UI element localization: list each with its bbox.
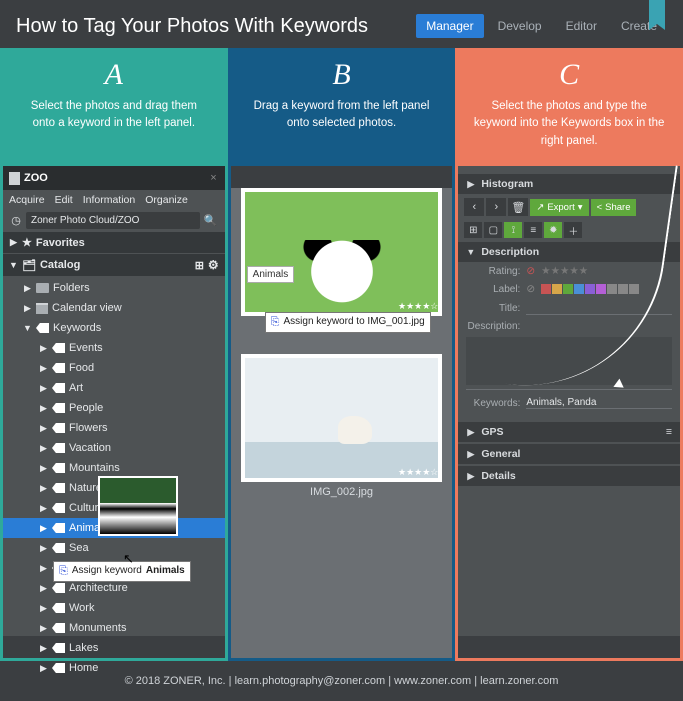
keyword-people[interactable]: ▶People bbox=[3, 398, 225, 418]
menu-organize[interactable]: Organize bbox=[145, 194, 188, 206]
document-icon bbox=[9, 172, 20, 185]
tab-manager[interactable]: Manager bbox=[416, 14, 483, 38]
search-icon[interactable]: 🔍 bbox=[203, 214, 219, 227]
tag-icon bbox=[52, 443, 65, 453]
keyword-monuments[interactable]: ▶Monuments bbox=[3, 618, 225, 638]
hamburger-icon[interactable]: ≡ bbox=[666, 426, 672, 438]
star-icon: ★ bbox=[22, 236, 32, 249]
assign-tooltip-b: ⎘ Assign keyword to IMG_001.jpg bbox=[265, 312, 431, 333]
photo-thumbnail-2[interactable]: ★★★★☆ bbox=[241, 354, 443, 482]
keyword-mountains[interactable]: ▶Mountains bbox=[3, 458, 225, 478]
dragged-thumbnail bbox=[98, 476, 178, 536]
assign-tooltip-a: ⎘ Assign keyword Animals bbox=[53, 561, 191, 582]
tag-icon bbox=[52, 363, 65, 373]
cursor-icon: ↖ bbox=[123, 551, 134, 567]
tag-icon bbox=[52, 503, 65, 513]
tag-icon bbox=[52, 643, 65, 653]
favorites-label: Favorites bbox=[36, 237, 85, 249]
column-a: A Select the photos and drag them onto a… bbox=[0, 48, 228, 661]
add-folder-icon[interactable]: ⊞ bbox=[195, 259, 204, 272]
keyword-work[interactable]: ▶Work bbox=[3, 598, 225, 618]
section-gps[interactable]: ▶GPS≡ bbox=[458, 422, 680, 442]
nav-tabs: Manager Develop Editor Create bbox=[416, 14, 667, 38]
tag-icon bbox=[52, 463, 65, 473]
location-field[interactable]: Zoner Photo Cloud/ZOO bbox=[26, 212, 200, 229]
menu-information[interactable]: Information bbox=[83, 194, 136, 206]
keywords-label: Keywords: bbox=[466, 398, 520, 409]
tree-folders[interactable]: ▶Folders bbox=[3, 278, 225, 298]
col-a-letter: A bbox=[18, 58, 210, 92]
catalog-icon: 🗂 bbox=[22, 259, 36, 272]
calendar-icon bbox=[36, 303, 48, 314]
caret-down-icon: ▼ bbox=[9, 260, 18, 270]
header: How to Tag Your Photos With Keywords Man… bbox=[0, 0, 683, 48]
rating-stars[interactable]: ★★★★☆ bbox=[398, 301, 438, 312]
assign-cursor-icon: ⎘ bbox=[271, 316, 280, 329]
gear-icon[interactable]: ⚙ bbox=[208, 258, 219, 272]
tag-icon bbox=[52, 623, 65, 633]
col-b-letter: B bbox=[246, 58, 438, 92]
tree-calendar[interactable]: ▶Calendar view bbox=[3, 298, 225, 318]
document-tab[interactable]: ZOO × bbox=[3, 166, 225, 190]
section-details[interactable]: ▶Details bbox=[458, 466, 680, 486]
column-c: C Select the photos and type the keyword… bbox=[455, 48, 683, 661]
folder-icon bbox=[36, 283, 49, 293]
keyword-lakes[interactable]: ▶Lakes bbox=[3, 638, 225, 658]
panda-image bbox=[302, 240, 382, 310]
caret-right-icon: ▶ bbox=[9, 237, 18, 248]
polar-bear-image bbox=[338, 416, 372, 444]
section-catalog[interactable]: ▼ 🗂 Catalog ⊞ ⚙ bbox=[3, 254, 225, 276]
keyword-events[interactable]: ▶Events bbox=[3, 338, 225, 358]
tag-icon bbox=[52, 343, 65, 353]
tag-icon bbox=[52, 583, 65, 593]
menu-acquire[interactable]: Acquire bbox=[9, 194, 45, 206]
tag-icon bbox=[36, 323, 49, 333]
tag-icon bbox=[52, 543, 65, 553]
col-a-desc: Select the photos and drag them onto a k… bbox=[18, 98, 210, 133]
tab-develop[interactable]: Develop bbox=[488, 14, 552, 38]
menu-edit[interactable]: Edit bbox=[55, 194, 73, 206]
tag-icon bbox=[52, 423, 65, 433]
back-icon[interactable]: ‹ bbox=[464, 198, 484, 216]
section-general[interactable]: ▶General bbox=[458, 444, 680, 464]
dragged-keyword-tag: Animals bbox=[247, 266, 295, 283]
tree-keywords[interactable]: ▼Keywords bbox=[3, 318, 225, 338]
tag-icon bbox=[52, 403, 65, 413]
keyword-flowers[interactable]: ▶Flowers bbox=[3, 418, 225, 438]
page-title: How to Tag Your Photos With Keywords bbox=[16, 15, 416, 38]
col-b-desc: Drag a keyword from the left panel onto … bbox=[246, 98, 438, 133]
tag-icon bbox=[52, 383, 65, 393]
column-b: B Drag a keyword from the left panel ont… bbox=[228, 48, 456, 661]
tag-icon bbox=[52, 483, 65, 493]
history-icon[interactable]: ◷ bbox=[9, 215, 23, 227]
tab-editor[interactable]: Editor bbox=[556, 14, 607, 38]
section-favorites[interactable]: ▶ ★ Favorites bbox=[3, 232, 225, 253]
tag-icon bbox=[52, 603, 65, 613]
tag-tool-icon[interactable]: ⊞ bbox=[464, 222, 482, 238]
keywords-input[interactable]: Animals, Panda bbox=[526, 397, 672, 409]
keyword-food[interactable]: ▶Food bbox=[3, 358, 225, 378]
menu-bar: Acquire Edit Information Organize bbox=[3, 190, 225, 210]
keyword-sea[interactable]: ▶Sea bbox=[3, 538, 225, 558]
document-tab-label: ZOO bbox=[24, 172, 202, 184]
close-icon[interactable]: × bbox=[202, 172, 224, 184]
keyword-home[interactable]: ▶Home bbox=[3, 658, 225, 678]
keyword-art[interactable]: ▶Art bbox=[3, 378, 225, 398]
col-c-letter: C bbox=[473, 58, 665, 92]
assign-cursor-icon: ⎘ bbox=[59, 565, 68, 578]
catalog-label: Catalog bbox=[40, 259, 80, 271]
rating-stars[interactable]: ★★★★☆ bbox=[398, 467, 438, 478]
tag-icon bbox=[52, 663, 65, 673]
photo-thumbnail-1[interactable]: Animals ★★★★☆ bbox=[241, 188, 443, 316]
keyword-vacation[interactable]: ▶Vacation bbox=[3, 438, 225, 458]
tag-icon bbox=[52, 523, 65, 533]
image-caption-2: IMG_002.jpg bbox=[241, 486, 443, 498]
